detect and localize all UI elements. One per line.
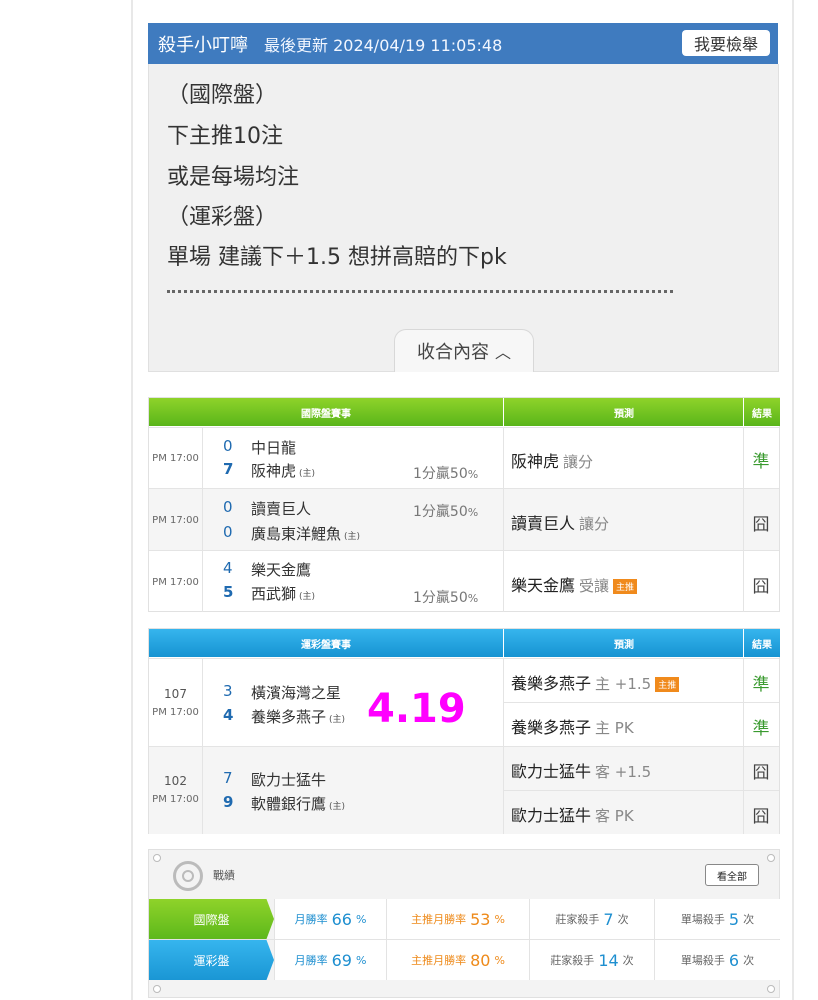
page-border-left — [131, 0, 133, 1000]
table-row: PM 17:00 0 讀賣巨人 1分贏50% 0 廣島東洋鯉魚 (主) 讀賣巨人讓… — [149, 488, 779, 550]
house-killer: 莊家殺手 7 次 — [529, 899, 654, 939]
away-score: 3 — [223, 682, 233, 700]
content-line: 單場 建議下＋1.5 想拼高賠的下pk — [167, 245, 507, 270]
away-team: 橫濱海灣之星 — [251, 684, 342, 702]
featured-win-rate: 主推月勝率 80% — [386, 940, 529, 980]
post-content: （國際盤） 下主推10注 或是每場均注 （運彩盤） 單場 建議下＋1.5 想拼高… — [148, 64, 779, 372]
prediction: 歐力士猛牛客 PK — [511, 806, 634, 825]
game-code: 107 — [164, 687, 187, 701]
away-score: 0 — [223, 437, 233, 455]
home-score: 4 — [223, 706, 234, 724]
featured-win-rate: 主推月勝率 53% — [386, 899, 529, 939]
home-score: 9 — [223, 793, 234, 811]
home-score: 0 — [223, 523, 233, 541]
home-score: 5 — [223, 583, 234, 601]
odds-text: 1分贏50% — [413, 504, 479, 520]
chevron-up-icon: ︿ — [494, 343, 511, 362]
dotted-divider — [167, 290, 673, 293]
content-line: （國際盤） — [167, 83, 278, 108]
view-all-button[interactable]: 看全部 — [705, 864, 759, 886]
prediction: 讀賣巨人 讓分 — [511, 514, 610, 533]
house-killer: 莊家殺手 14 次 — [529, 940, 654, 980]
result-mark: 準 — [752, 719, 770, 739]
home-team: 西武獅 (主) — [251, 585, 316, 603]
content-line: 或是每場均注 — [167, 165, 300, 190]
home-team: 阪神虎 (主) — [251, 462, 316, 480]
record-label: 國際盤 — [149, 899, 274, 939]
table-row: PM 17:00 0 中日龍 7 阪神虎 (主) 1分贏50% 阪神虎 讓分 準 — [149, 427, 779, 488]
prediction: 養樂多燕子主 PK — [511, 718, 634, 737]
collapse-label: 收合內容 — [416, 342, 489, 363]
content-line: （運彩盤） — [167, 205, 278, 230]
away-score: 4 — [223, 559, 233, 577]
page-border-right — [792, 0, 794, 1000]
prediction: 養樂多燕子主 +1.5 主推 — [511, 670, 680, 694]
author-name[interactable]: 殺手小叮嚀 — [158, 31, 248, 57]
home-team: 軟體銀行鷹 (主) — [251, 795, 346, 813]
prediction: 歐力士猛牛客 +1.5 — [511, 762, 652, 781]
match-time: PM 17:00 — [152, 453, 199, 464]
result-mark: 囧 — [752, 515, 770, 535]
table-row: 107 PM 17:00 3 橫濱海灣之星 4 養樂多燕子 (主) 4.19 養樂… — [149, 658, 779, 746]
record-label: 運彩盤 — [149, 940, 274, 980]
featured-tag: 主推 — [655, 677, 680, 692]
post-header: 殺手小叮嚀 最後更新 2024/04/19 11:05:48 我要檢舉 — [148, 23, 778, 64]
lottery-header-result: 結果 — [743, 629, 780, 657]
result-mark: 囧 — [752, 807, 770, 827]
month-win-rate: 月勝率 69% — [274, 940, 386, 980]
intl-header-result: 結果 — [743, 398, 780, 426]
intl-match-table: 國際盤賽事 預測 結果 PM 17:00 0 中日龍 7 阪神虎 (主) 1分贏5… — [148, 397, 780, 612]
report-button[interactable]: 我要檢舉 — [682, 30, 770, 56]
content-line: 下主推10注 — [167, 124, 283, 149]
away-team: 樂天金鷹 — [251, 561, 312, 579]
target-icon — [173, 861, 203, 891]
lottery-header-predict: 預測 — [503, 629, 744, 657]
intl-header-predict: 預測 — [503, 398, 744, 426]
result-mark: 囧 — [752, 577, 770, 597]
match-time: PM 17:00 — [152, 577, 199, 588]
result-mark: 準 — [752, 452, 770, 472]
result-mark: 準 — [752, 675, 770, 695]
month-win-rate: 月勝率 66% — [274, 899, 386, 939]
home-score: 7 — [223, 460, 234, 478]
prediction: 阪神虎 讓分 — [511, 452, 594, 471]
lottery-header-match: 運彩盤賽事 — [149, 629, 503, 657]
home-team: 廣島東洋鯉魚 (主) — [251, 525, 361, 543]
intl-header-match: 國際盤賽事 — [149, 398, 503, 426]
collapse-content-button[interactable]: 收合內容 ︿ — [394, 329, 534, 372]
match-time: PM 17:00 — [152, 707, 199, 718]
record-title: 戰績 — [213, 869, 235, 882]
away-score: 0 — [223, 498, 233, 516]
match-time: PM 17:00 — [152, 515, 199, 526]
away-score: 7 — [223, 769, 233, 787]
record-panel: 戰績 看全部 國際盤 月勝率 66% 主推月勝率 53% 莊家殺手 7 次 單場殺手 5 次… — [148, 849, 780, 998]
featured-tag: 主推 — [613, 579, 638, 594]
away-team: 中日龍 — [251, 439, 297, 457]
odds-text: 1分贏50% — [413, 466, 479, 482]
single-killer: 單場殺手 6 次 — [654, 940, 780, 980]
single-killer: 單場殺手 5 次 — [654, 899, 780, 939]
lottery-match-table: 運彩盤賽事 預測 結果 107 PM 17:00 3 橫濱海灣之星 4 養樂多燕… — [148, 628, 780, 834]
home-team: 養樂多燕子 (主) — [251, 708, 346, 726]
prediction: 樂天金鷹 受讓 主推 — [511, 572, 638, 596]
away-team: 讀賣巨人 — [251, 500, 312, 518]
date-overlay: 4.19 — [367, 686, 466, 732]
game-code: 102 — [164, 774, 187, 788]
table-row: 102 PM 17:00 7 歐力士猛牛 9 軟體銀行鷹 (主) 歐力士猛牛客 +… — [149, 746, 779, 834]
last-updated: 最後更新 2024/04/19 11:05:48 — [264, 35, 503, 55]
record-row: 運彩盤 月勝率 69% 主推月勝率 80% 莊家殺手 14 次 單場殺手 6 次 — [149, 939, 780, 980]
record-row: 國際盤 月勝率 66% 主推月勝率 53% 莊家殺手 7 次 單場殺手 5 次 — [149, 899, 780, 939]
table-row: PM 17:00 4 樂天金鷹 5 西武獅 (主) 1分贏50% 樂天金鷹 受讓 主推… — [149, 550, 779, 612]
match-time: PM 17:00 — [152, 794, 199, 805]
odds-text: 1分贏50% — [413, 590, 479, 606]
away-team: 歐力士猛牛 — [251, 771, 327, 789]
result-mark: 囧 — [752, 763, 770, 783]
